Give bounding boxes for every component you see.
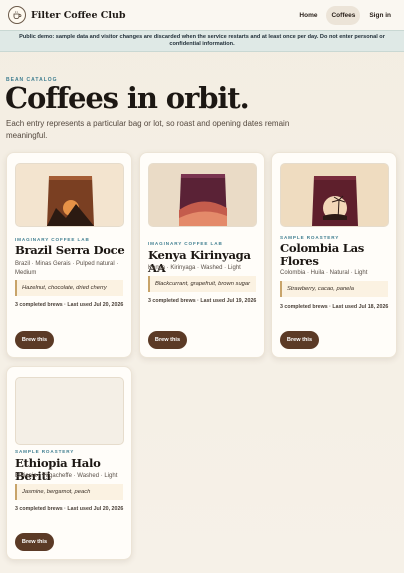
coffee-meta: Ethiopia · Yirgacheffe · Washed · Light xyxy=(15,473,118,479)
coffee-meta: Colombia · Huila · Natural · Light xyxy=(280,270,368,276)
roaster-label: SAMPLE ROASTERY xyxy=(15,449,75,454)
tasting-notes: Jasmine, bergamot, peach xyxy=(15,484,123,500)
brew-this-button[interactable]: Brew this xyxy=(15,331,54,349)
nav-coffees-link[interactable]: Coffees xyxy=(326,5,361,25)
tasting-notes: Strawberry, cacao, panela xyxy=(280,281,388,297)
brew-this-button[interactable]: Brew this xyxy=(15,533,54,551)
page-title: Coffees in orbit. xyxy=(5,81,250,115)
demo-notice-banner: Public demo: sample data and visitor cha… xyxy=(0,30,404,52)
top-nav-bar: Filter Coffee Club Home Coffees Sign in xyxy=(0,0,404,30)
roaster-label: IMAGINARY COFFEE LAB xyxy=(148,241,223,246)
nav-home-link[interactable]: Home xyxy=(294,6,322,25)
coffee-card[interactable]: SAMPLE ROASTERY Ethiopia Halo Beriti Eth… xyxy=(6,366,132,560)
coffee-name[interactable]: Brazil Serra Doce xyxy=(15,244,130,257)
brew-this-button[interactable]: Brew this xyxy=(280,331,319,349)
coffee-card[interactable]: IMAGINARY COFFEE LAB Brazil Serra Doce B… xyxy=(6,152,132,358)
brand-name[interactable]: Filter Coffee Club xyxy=(31,10,126,21)
tasting-notes: Blackcurrant, grapefruit, brown sugar xyxy=(148,276,256,292)
main-nav: Home Coffees Sign in xyxy=(294,5,396,25)
coffee-card[interactable]: SAMPLE ROASTERY Colombia Las Flores Colo… xyxy=(271,152,397,358)
brew-stats: 3 completed brews · Last used Jul 18, 20… xyxy=(280,304,389,310)
brew-stats: 3 completed brews · Last used Jul 19, 20… xyxy=(148,298,257,304)
bag-colombia-image xyxy=(280,163,389,227)
brew-this-button[interactable]: Brew this xyxy=(148,331,187,349)
coffee-card[interactable]: IMAGINARY COFFEE LAB Kenya Kirinyaga AA … xyxy=(139,152,265,358)
brew-stats: 3 completed brews · Last used Jul 20, 20… xyxy=(15,302,124,308)
bag-brazil-image xyxy=(15,163,124,227)
brew-stats: 3 completed brews · Last used Jul 20, 20… xyxy=(15,506,124,512)
roaster-label: IMAGINARY COFFEE LAB xyxy=(15,237,90,242)
bag-placeholder-image xyxy=(15,377,124,445)
coffee-meta: Brazil · Minas Gerais · Pulped natural ·… xyxy=(15,261,119,276)
bag-kenya-image xyxy=(148,163,257,227)
coffee-logo-icon[interactable] xyxy=(8,6,26,24)
page-subtitle: Each entry represents a particular bag o… xyxy=(6,119,290,140)
roaster-label: SAMPLE ROASTERY xyxy=(280,235,340,240)
tasting-notes: Hazelnut, chocolate, dried cherry xyxy=(15,280,123,296)
coffee-name[interactable]: Colombia Las Flores xyxy=(280,242,395,267)
coffee-meta: Kenya · Kirinyaga · Washed · Light xyxy=(148,265,241,271)
nav-sign-in-link[interactable]: Sign in xyxy=(364,6,396,25)
